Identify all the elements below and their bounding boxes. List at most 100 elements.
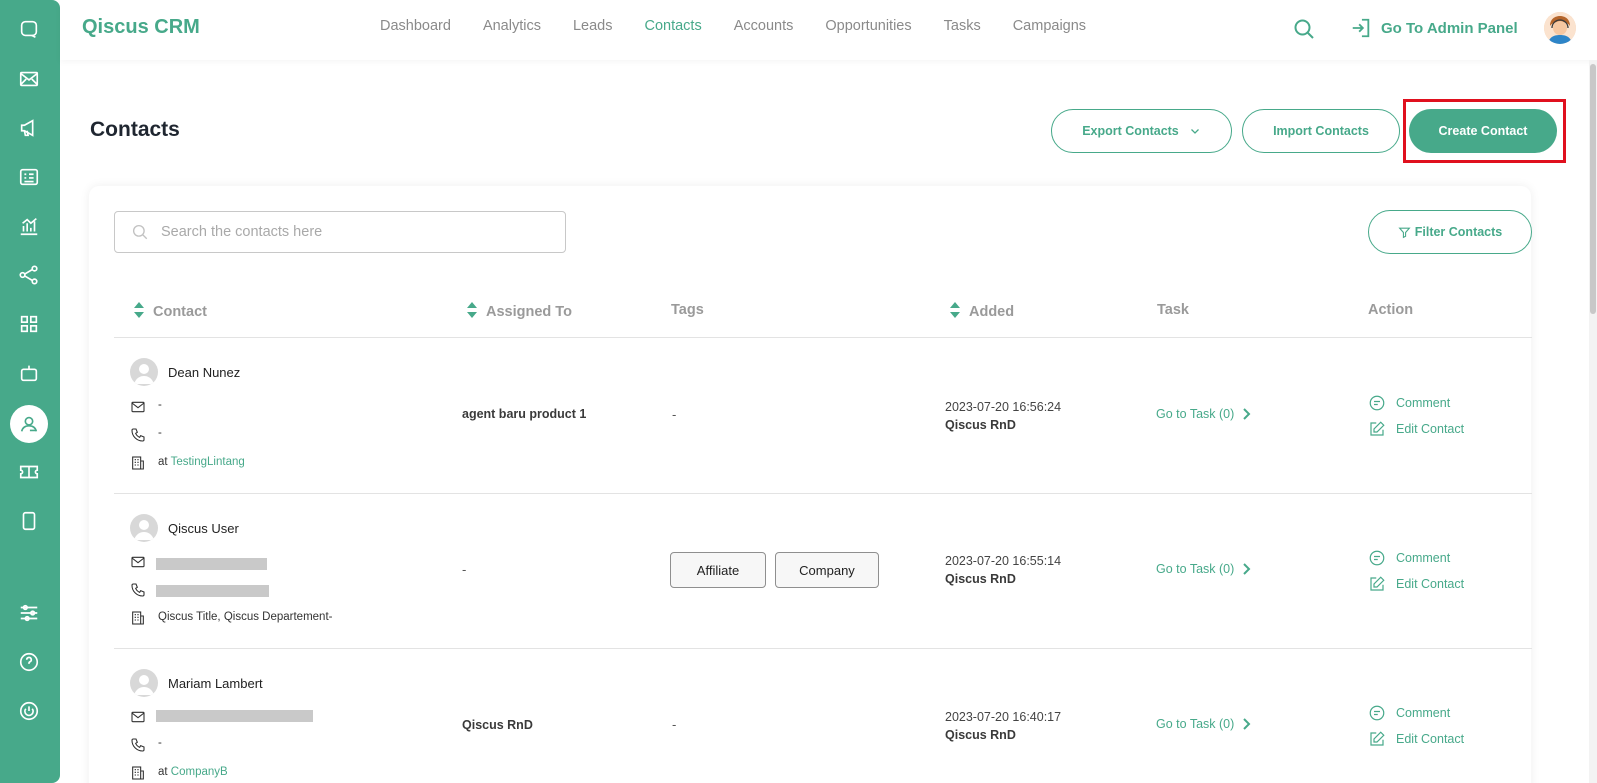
nav-leads[interactable]: Leads <box>573 18 613 34</box>
tag-chip[interactable]: Affiliate <box>670 552 766 588</box>
assigned-to: Qiscus RnD <box>462 718 533 732</box>
contact-company: at TestingLintang <box>158 456 245 468</box>
megaphone-icon[interactable] <box>10 109 48 147</box>
go-to-task-link[interactable]: Go to Task (0) <box>1156 562 1251 576</box>
nav-contacts[interactable]: Contacts <box>644 18 701 34</box>
filter-contacts-label: Filter Contacts <box>1414 225 1503 239</box>
brand-logo[interactable]: Qiscus CRM <box>82 16 200 39</box>
chart-icon[interactable] <box>10 207 48 245</box>
avatar <box>130 358 158 386</box>
edit-contact-label: Edit Contact <box>1396 732 1465 746</box>
nav-dashboard[interactable]: Dashboard <box>380 18 451 34</box>
avatar <box>130 669 158 697</box>
chat-icon[interactable] <box>10 10 48 48</box>
login-icon <box>1352 18 1370 38</box>
crm-app: Qiscus CRM Dashboard Analytics Leads Con… <box>0 0 1597 783</box>
nav-analytics[interactable]: Analytics <box>483 18 541 34</box>
edit-contact-label: Edit Contact <box>1396 577 1465 591</box>
added-by: Qiscus RnD <box>945 728 1016 742</box>
added-info: 2023-07-20 16:40:17 Qiscus RnD <box>945 708 1061 744</box>
column-added[interactable]: Added <box>950 302 1014 322</box>
building-icon <box>130 455 146 471</box>
go-to-task-label: Go to Task (0) <box>1156 407 1235 421</box>
phone-icon <box>130 427 146 443</box>
sort-icon <box>134 302 144 322</box>
edit-icon <box>1370 421 1385 436</box>
tags-empty: - <box>672 717 677 732</box>
export-contacts-button[interactable]: Export Contacts <box>1051 109 1232 153</box>
nav-campaigns[interactable]: Campaigns <box>1013 18 1086 34</box>
added-info: 2023-07-20 16:56:24 Qiscus RnD <box>945 398 1061 434</box>
added-by: Qiscus RnD <box>945 572 1016 586</box>
column-assigned-to[interactable]: Assigned To <box>467 302 572 322</box>
tags-empty: - <box>672 407 677 422</box>
contact-name[interactable]: Mariam Lambert <box>168 676 263 691</box>
building-icon <box>130 765 146 781</box>
filter-contacts-button[interactable]: Filter Contacts <box>1368 210 1532 254</box>
filter-icon <box>1398 227 1411 238</box>
company-prefix: at <box>158 456 168 468</box>
phone-icon <box>130 582 146 598</box>
company-link[interactable]: TestingLintang <box>171 456 245 468</box>
added-info: 2023-07-20 16:55:14 Qiscus RnD <box>945 552 1061 588</box>
import-contacts-button[interactable]: Import Contacts <box>1242 109 1400 153</box>
chevron-right-icon <box>1243 718 1251 730</box>
share-icon[interactable] <box>10 256 48 294</box>
contact-phone: - <box>158 427 162 439</box>
edit-contact-button[interactable]: Edit Contact <box>1368 730 1464 748</box>
redacted-email <box>156 558 267 570</box>
chevron-right-icon <box>1243 563 1251 575</box>
contact-phone: - <box>158 737 162 749</box>
avatar <box>130 514 158 542</box>
added-date: 2023-07-20 16:56:24 <box>945 400 1062 414</box>
mail-icon[interactable] <box>10 60 48 98</box>
comment-button[interactable]: Comment <box>1368 704 1450 722</box>
added-by: Qiscus RnD <box>945 418 1016 432</box>
mail-icon <box>130 399 146 415</box>
go-to-task-label: Go to Task (0) <box>1156 717 1235 731</box>
scrollbar-thumb[interactable] <box>1590 64 1596 314</box>
search-input[interactable] <box>161 224 541 240</box>
export-contacts-label: Export Contacts <box>1082 124 1179 138</box>
edit-contact-button[interactable]: Edit Contact <box>1368 420 1464 438</box>
nav-accounts[interactable]: Accounts <box>734 18 794 34</box>
column-added-label: Added <box>969 304 1015 320</box>
chevron-down-icon <box>1190 129 1199 134</box>
column-action: Action <box>1368 302 1413 318</box>
tag-chip[interactable]: Company <box>775 552 879 588</box>
column-assigned-label: Assigned To <box>486 304 572 320</box>
contact-card-icon[interactable] <box>10 158 48 196</box>
sort-icon <box>950 302 960 322</box>
company-prefix: at <box>158 766 168 778</box>
edit-contact-button[interactable]: Edit Contact <box>1368 575 1464 593</box>
contact-name[interactable]: Dean Nunez <box>168 365 240 380</box>
column-contact[interactable]: Contact <box>134 302 207 322</box>
table-row: Mariam Lambert - at CompanyB Qiscus RnD … <box>0 648 1597 783</box>
admin-panel-link[interactable]: Go To Admin Panel <box>1350 17 1518 39</box>
search-icon[interactable] <box>1292 17 1318 43</box>
assigned-to: - <box>462 562 467 577</box>
sort-icon <box>467 302 477 322</box>
comment-label: Comment <box>1396 551 1451 565</box>
go-to-task-link[interactable]: Go to Task (0) <box>1156 717 1251 731</box>
comment-icon <box>1369 550 1385 566</box>
contact-name[interactable]: Qiscus User <box>168 521 239 536</box>
redacted-email <box>156 710 313 722</box>
go-to-task-link[interactable]: Go to Task (0) <box>1156 407 1251 421</box>
nav-opportunities[interactable]: Opportunities <box>825 18 911 34</box>
nav-tasks[interactable]: Tasks <box>944 18 981 34</box>
company-link[interactable]: CompanyB <box>171 766 228 778</box>
column-tags: Tags <box>671 302 704 318</box>
added-date: 2023-07-20 16:40:17 <box>945 710 1062 724</box>
search-field[interactable] <box>114 211 566 253</box>
column-contact-label: Contact <box>153 304 207 320</box>
comment-button[interactable]: Comment <box>1368 549 1450 567</box>
edit-icon <box>1370 576 1385 591</box>
added-date: 2023-07-20 16:55:14 <box>945 554 1062 568</box>
comment-button[interactable]: Comment <box>1368 394 1450 412</box>
contact-company: at CompanyB <box>158 766 228 778</box>
admin-panel-label: Go To Admin Panel <box>1381 19 1518 37</box>
phone-icon <box>130 737 146 753</box>
top-navbar: Qiscus CRM Dashboard Analytics Leads Con… <box>60 0 1597 60</box>
user-avatar[interactable] <box>1544 12 1576 44</box>
